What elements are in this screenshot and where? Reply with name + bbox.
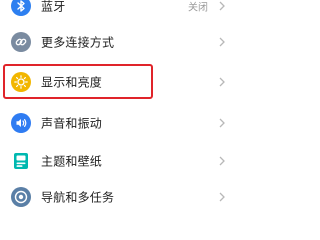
chevron-right-icon [219, 37, 225, 47]
settings-item-label: 导航和多任务 [41, 190, 115, 205]
brightness-icon [11, 72, 31, 92]
settings-item-sound-vibration[interactable]: 声音和振动 [0, 104, 238, 142]
settings-item-label: 更多连接方式 [41, 35, 115, 50]
settings-item-label: 显示和亮度 [41, 75, 103, 90]
settings-item-value: 关闭 [188, 2, 208, 14]
settings-item-label: 蓝牙 [41, 0, 66, 14]
sound-icon [11, 113, 31, 133]
chevron-right-icon [219, 192, 225, 202]
settings-item-navigation-multitask[interactable]: 导航和多任务 [0, 178, 238, 216]
chevron-right-icon [219, 156, 225, 166]
settings-item-display-brightness[interactable]: 显示和亮度 [0, 63, 238, 101]
settings-item-theme-wallpaper[interactable]: 主题和壁纸 [0, 142, 238, 180]
settings-item-label: 声音和振动 [41, 116, 103, 131]
chevron-right-icon [219, 77, 225, 87]
theme-icon [11, 151, 31, 171]
settings-item-more-connections[interactable]: 更多连接方式 [0, 23, 238, 61]
bluetooth-icon [11, 0, 31, 16]
chevron-right-icon [219, 118, 225, 128]
chevron-right-icon [219, 1, 225, 11]
settings-screen: 蓝牙 关闭 更多连接方式 显示和亮度 声音和振动 主题和壁纸 导航和多任务 [0, 0, 238, 212]
link-icon [11, 32, 31, 52]
settings-item-label: 主题和壁纸 [41, 154, 103, 169]
navigation-icon [11, 187, 31, 207]
settings-item-bluetooth[interactable]: 蓝牙 关闭 [0, 0, 238, 25]
